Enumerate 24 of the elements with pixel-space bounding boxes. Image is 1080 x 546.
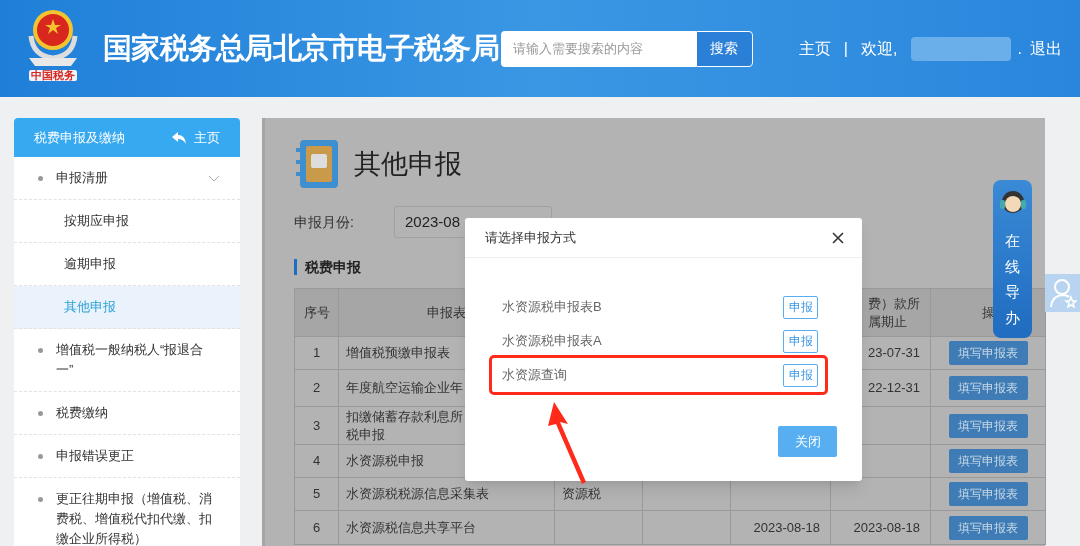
table-cell: 6 (294, 510, 339, 545)
site-title: 国家税务总局北京市电子税务局 (103, 30, 499, 66)
option-label: 水资源税申报表B (502, 298, 602, 317)
column-header: 申报表 (427, 304, 466, 320)
table-cell: 2 (294, 369, 339, 407)
column-header: 序号 (303, 304, 330, 320)
table-cell: 1 (294, 336, 339, 370)
month-label: 申报月份: (294, 212, 355, 232)
table-cell-line: 税申报 (346, 425, 385, 444)
sidebar-title: 税费申报及缴纳 (34, 128, 125, 147)
logo-text: 中国税务 (29, 69, 77, 81)
dialog-title: 请选择申报方式 (485, 228, 576, 247)
name-suffix: . (1017, 38, 1022, 59)
table-cell: 4 (294, 444, 339, 478)
table-cell: 水资源税信息共享平台 (338, 510, 555, 545)
table-cell-line: 扣缴储蓄存款利息所 (346, 407, 463, 426)
greeting-text: 欢迎, (861, 38, 898, 59)
table-cell: 2023-08-18 (830, 510, 931, 545)
nav-separator: | (843, 38, 848, 59)
column-header: 费）款所属期止 (868, 294, 921, 331)
table-cell: 2023-08-18 (730, 510, 831, 545)
table-cell: 3 (294, 406, 339, 445)
table-cell: 5 (294, 477, 339, 511)
page-title: 其他申报 (354, 147, 462, 181)
